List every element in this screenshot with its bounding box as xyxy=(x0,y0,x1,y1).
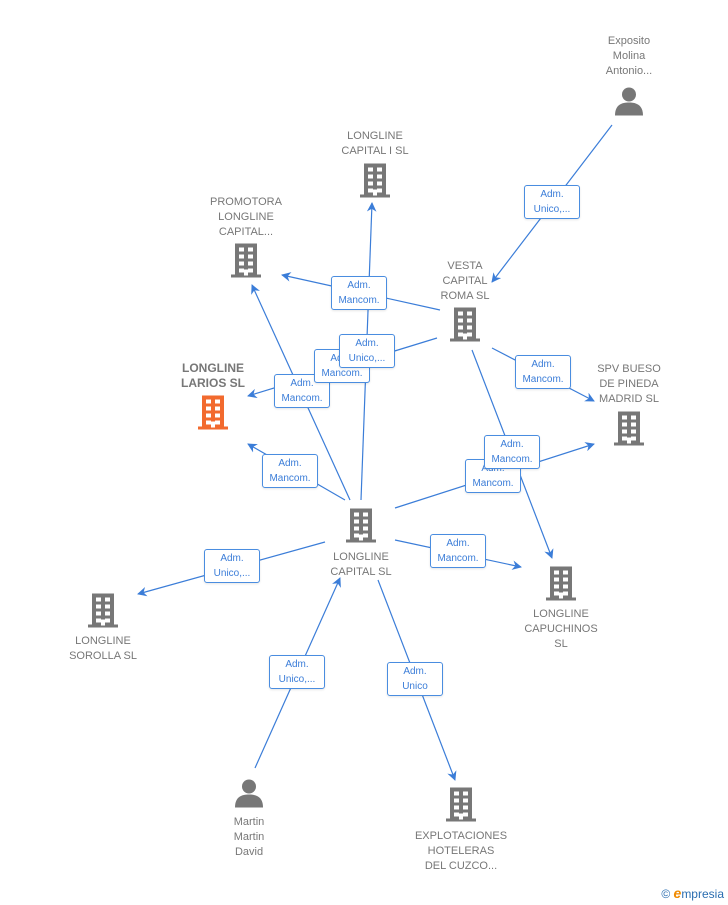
node-label-central[interactable]: LONGLINE CAPITAL SL xyxy=(291,550,431,580)
edge-label[interactable]: Adm. Unico xyxy=(387,662,443,696)
footer-brand: © empresia xyxy=(661,885,724,901)
node-label-line: PROMOTORA xyxy=(210,196,282,208)
edge-label-line: Unico xyxy=(402,681,428,692)
edge-label-line: Adm. xyxy=(278,458,302,469)
node-label-line: Exposito xyxy=(607,35,651,47)
node-label-martin[interactable]: Martin Martin David xyxy=(179,815,319,860)
building-icon-capuchinos[interactable] xyxy=(544,565,578,606)
person-icon-exposito[interactable] xyxy=(614,86,644,121)
building-icon-larios[interactable] xyxy=(196,394,230,435)
edge-label[interactable]: Adm. Unico,... xyxy=(339,334,395,368)
person-icon-martin[interactable] xyxy=(234,778,264,813)
node-label-spv[interactable]: SPV BUESO DE PINEDA MADRID SL xyxy=(559,362,699,407)
edge-label[interactable]: Adm. Unico,... xyxy=(204,549,260,583)
edge-label-line: Adm. xyxy=(285,659,309,670)
node-label-line: HOTELERAS xyxy=(427,845,495,857)
building-icon-vesta[interactable] xyxy=(448,306,482,347)
node-label-exposito[interactable]: Exposito Molina Antonio... xyxy=(559,34,699,79)
node-label-cuzco[interactable]: EXPLOTACIONES HOTELERAS DEL CUZCO... xyxy=(391,829,531,874)
edge-label[interactable]: Adm. Unico,... xyxy=(524,185,580,219)
node-label-capuchinos[interactable]: LONGLINE CAPUCHINOS SL xyxy=(491,607,631,652)
building-icon-promotora[interactable] xyxy=(229,242,263,283)
node-label-line: LONGLINE xyxy=(533,608,589,620)
edge-label-line: Mancom. xyxy=(472,478,514,489)
node-label-line: CAPITAL... xyxy=(218,226,274,238)
node-label-line: LONGLINE xyxy=(182,361,244,375)
node-label-promotora[interactable]: PROMOTORA LONGLINE CAPITAL... xyxy=(176,195,316,240)
edge-label-line: Adm. xyxy=(347,280,371,291)
edge-label-line: Adm. xyxy=(446,538,470,549)
edge-label-line: Adm. xyxy=(500,439,524,450)
edge-label-line: Unico,... xyxy=(533,204,571,215)
edge-label-line: Unico,... xyxy=(348,353,386,364)
node-label-line: VESTA xyxy=(447,260,483,272)
edge-label[interactable]: Adm. Mancom. xyxy=(430,534,486,568)
node-label-line: CAPITAL xyxy=(442,275,488,287)
network-diagram: © empresia Adm. Unico,... Adm. Mancom. Adm. M… xyxy=(0,0,728,905)
building-icon-capital1[interactable] xyxy=(358,162,392,203)
node-label-line: Antonio... xyxy=(605,65,653,77)
edge-label[interactable]: Adm. Unico,... xyxy=(269,655,325,689)
node-label-line: LONGLINE xyxy=(333,551,389,563)
node-label-line: CAPITAL I SL xyxy=(341,145,409,157)
edge-label-line: Unico,... xyxy=(278,674,316,685)
node-label-line: MADRID SL xyxy=(599,393,659,405)
node-label-line: LONGLINE xyxy=(347,130,403,142)
node-label-capital1[interactable]: LONGLINE CAPITAL I SL xyxy=(305,129,445,159)
node-label-line: DE PINEDA xyxy=(599,378,659,390)
edge-label-line: Unico,... xyxy=(213,568,251,579)
edge-label-line: Adm. xyxy=(220,553,244,564)
node-label-larios[interactable]: LONGLINE LARIOS SL xyxy=(143,361,283,391)
edge-label-line: Mancom. xyxy=(321,368,363,379)
edge-label-line: Adm. xyxy=(355,338,379,349)
edge-label-line: Mancom. xyxy=(437,553,479,564)
node-label-line: LONGLINE xyxy=(75,635,131,647)
edge-label-line: Mancom. xyxy=(491,454,533,465)
node-label-line: SPV BUESO xyxy=(597,363,661,375)
node-label-line: SOROLLA SL xyxy=(69,650,137,662)
node-label-line: LARIOS SL xyxy=(180,376,245,390)
building-icon-sorolla[interactable] xyxy=(86,592,120,633)
edge-label[interactable]: Adm. Mancom. xyxy=(331,276,387,310)
edge-label[interactable]: Adm. Mancom. xyxy=(262,454,318,488)
building-icon-cuzco[interactable] xyxy=(444,786,478,827)
node-label-line: SL xyxy=(554,638,568,650)
node-label-line: Molina xyxy=(612,50,646,62)
node-label-line: ROMA SL xyxy=(440,290,490,302)
node-label-line: CAPUCHINOS xyxy=(524,623,598,635)
node-label-line: Martin xyxy=(233,816,265,828)
edge-label-line: Mancom. xyxy=(269,473,311,484)
copyright-symbol: © xyxy=(661,887,671,901)
edge-label-line: Mancom. xyxy=(281,393,323,404)
brand-logo-text: mpresia xyxy=(681,887,724,901)
building-icon-spv[interactable] xyxy=(612,410,646,451)
node-label-vesta[interactable]: VESTA CAPITAL ROMA SL xyxy=(395,259,535,304)
node-label-line: LONGLINE xyxy=(218,211,274,223)
node-label-line: DEL CUZCO... xyxy=(424,860,498,872)
edge-label-line: Adm. xyxy=(403,666,427,677)
node-label-line: CAPITAL SL xyxy=(330,566,392,578)
building-icon-central[interactable] xyxy=(344,507,378,548)
node-label-line: EXPLOTACIONES xyxy=(414,830,508,842)
edge-label-line: Mancom. xyxy=(338,295,380,306)
edge-label[interactable]: Adm. Mancom. xyxy=(484,435,540,469)
node-label-line: David xyxy=(234,846,264,858)
node-label-line: Martin xyxy=(233,831,265,843)
edge-label-line: Adm. xyxy=(540,189,564,200)
node-label-sorolla[interactable]: LONGLINE SOROLLA SL xyxy=(33,634,173,664)
